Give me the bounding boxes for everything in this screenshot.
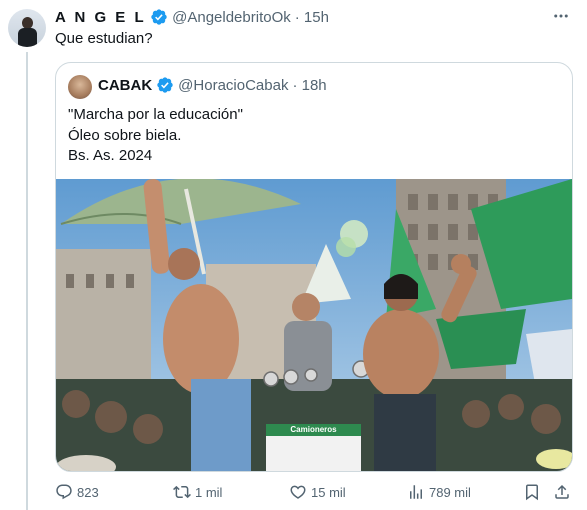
reply-icon xyxy=(56,484,72,500)
tweet-timestamp[interactable]: · 15h xyxy=(295,9,329,26)
reply-button[interactable]: 823 xyxy=(55,482,99,502)
views-count: 789 mil xyxy=(429,484,471,500)
repost-count: 1 mil xyxy=(195,484,223,500)
quoted-tweet-text: "Marcha por la educación" Óleo sobre bie… xyxy=(68,105,243,167)
bookmark-button[interactable] xyxy=(523,482,541,502)
tweet-text: Que estudian? xyxy=(55,30,153,47)
repost-icon xyxy=(173,485,191,499)
more-options-icon[interactable] xyxy=(549,7,573,27)
quoted-text-line: Óleo sobre biela. xyxy=(68,126,182,144)
quoted-text-line: Bs. As. 2024 xyxy=(68,147,153,164)
tweet-actions: 823 1 mil 15 mil 789 mil xyxy=(55,482,575,502)
author-handle[interactable]: @AngeldebritoOk xyxy=(172,9,291,26)
tweet-header: A N G E L @AngeldebritoOk · 15h xyxy=(55,7,329,27)
heart-icon xyxy=(290,485,306,499)
like-button[interactable]: 15 mil xyxy=(289,482,346,502)
views-chart-icon xyxy=(410,485,422,499)
verified-badge-icon xyxy=(157,77,173,93)
quoted-text-line: "Marcha por la educación" xyxy=(68,106,243,123)
author-avatar[interactable] xyxy=(8,9,46,47)
views-button[interactable]: 789 mil xyxy=(407,482,471,502)
bookmark-icon xyxy=(526,484,538,501)
quoted-photo[interactable]: Camioneros xyxy=(56,179,572,471)
share-icon xyxy=(555,484,569,499)
quoted-timestamp: · 18h xyxy=(292,76,327,94)
quoted-tweet-header: CABAK @HoracioCabak · 18h xyxy=(98,76,327,94)
quoted-author-name: CABAK xyxy=(98,76,153,94)
thread-line xyxy=(26,52,28,510)
author-name[interactable]: A N G E L xyxy=(55,9,146,26)
verified-badge-icon xyxy=(151,9,167,25)
quoted-author-handle: @HoracioCabak xyxy=(178,76,289,94)
banner-caption: Camioneros xyxy=(290,425,337,434)
quoted-tweet[interactable]: CABAK @HoracioCabak · 18h "Marcha por la… xyxy=(55,62,573,472)
reply-count: 823 xyxy=(77,484,99,500)
share-button[interactable] xyxy=(553,482,571,502)
repost-button[interactable]: 1 mil xyxy=(173,482,222,502)
like-count: 15 mil xyxy=(311,484,346,500)
quoted-author-avatar xyxy=(68,75,92,99)
